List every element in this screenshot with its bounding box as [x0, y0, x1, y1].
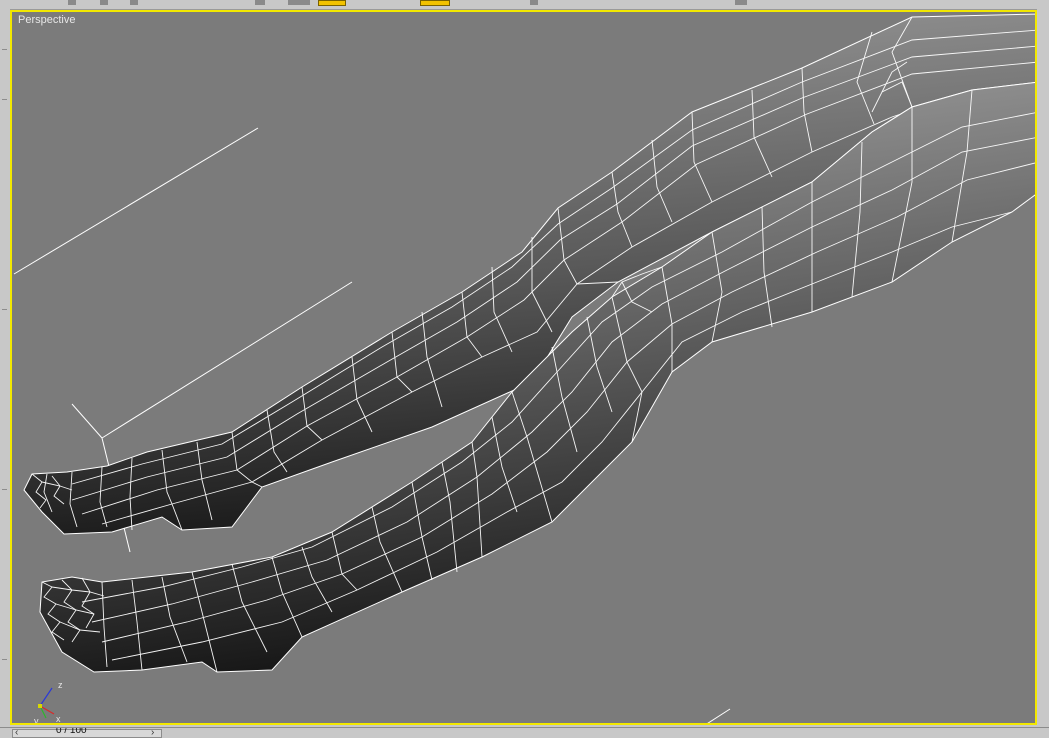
viewport-label[interactable]: Perspective: [18, 14, 75, 26]
toolbar-icon[interactable]: [530, 0, 538, 5]
main-toolbar: [0, 0, 1049, 10]
toolbar-icon[interactable]: [68, 0, 76, 5]
z-axis-label: z: [58, 680, 63, 690]
left-panel-edge: [0, 9, 10, 727]
gutter-tick: [2, 49, 7, 50]
right-panel-edge: [1037, 9, 1049, 727]
gutter-tick: [2, 659, 7, 660]
front-leg-mesh[interactable]: [39, 81, 1037, 673]
chevron-right-icon[interactable]: ›: [151, 728, 154, 738]
toolbar-icon[interactable]: [130, 0, 138, 5]
perspective-viewport[interactable]: z x y Perspective: [10, 10, 1037, 725]
y-axis-label: y: [34, 716, 39, 725]
toolbar-icon[interactable]: [100, 0, 108, 5]
x-axis-label: x: [56, 714, 61, 724]
toolbar-icon[interactable]: [255, 0, 265, 5]
gutter-tick: [2, 489, 7, 490]
gutter-tick: [2, 309, 7, 310]
axis-gizmo: [38, 687, 55, 719]
selected-tool-icon[interactable]: [420, 0, 450, 6]
scene-canvas[interactable]: z x y: [12, 12, 1037, 725]
gutter-tick: [2, 99, 7, 100]
frame-readout: 0 / 100: [56, 727, 87, 736]
timeline-bar: ‹ › 0 / 100: [0, 727, 1049, 738]
toolbar-icon[interactable]: [735, 0, 747, 5]
chevron-left-icon[interactable]: ‹: [15, 728, 18, 738]
snap-toggle-icon[interactable]: [288, 0, 310, 5]
active-snap-toggle-icon[interactable]: [318, 0, 346, 6]
